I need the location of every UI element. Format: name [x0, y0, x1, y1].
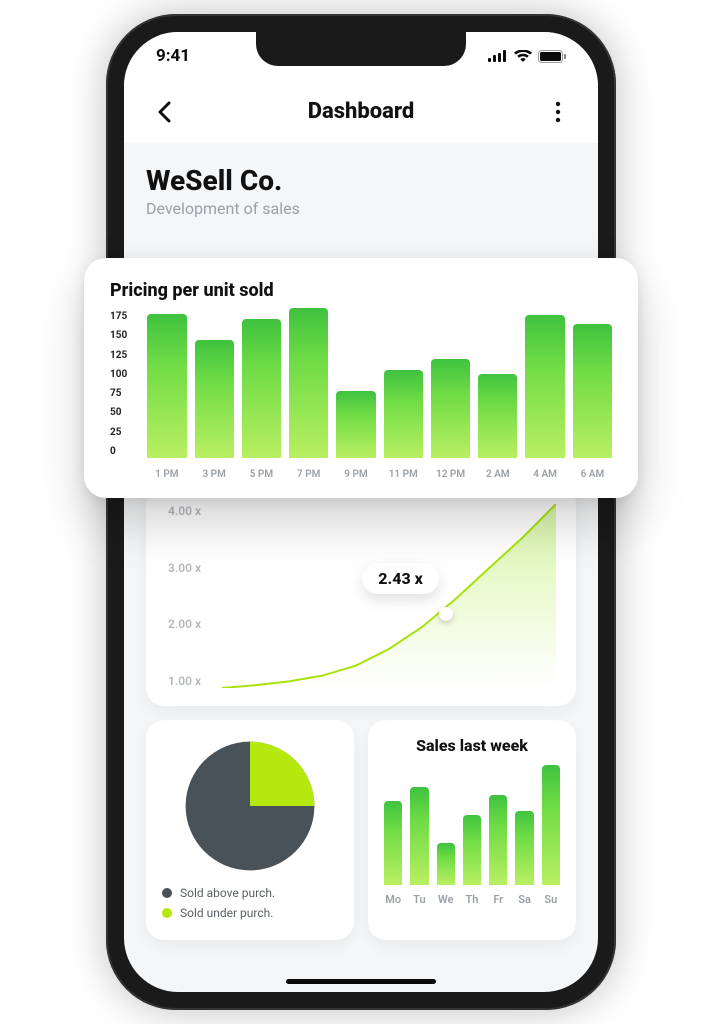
- battery-icon: [538, 50, 566, 63]
- pricing-bar: [242, 319, 281, 458]
- pricing-x-tick: 1 PM: [147, 469, 186, 480]
- week-bar: [384, 801, 402, 885]
- wifi-icon: [514, 50, 532, 62]
- pricing-x-tick: 7 PM: [289, 469, 328, 480]
- phone-frame: 9:41 Dashboard: [106, 14, 616, 1010]
- week-x-axis: Mo Tu We Th Fr Sa Su: [384, 893, 560, 906]
- back-button[interactable]: [148, 96, 180, 128]
- pricing-bar: [431, 359, 470, 458]
- area-y-tick: 1.00 x: [168, 674, 201, 688]
- week-bar: [515, 811, 533, 885]
- area-plot: 2.43 x: [222, 504, 556, 688]
- legend-under: Sold under purch.: [162, 906, 338, 920]
- nav-bar: Dashboard: [124, 80, 598, 144]
- pricing-y-tick: 0: [110, 446, 127, 457]
- pricing-bar: [573, 324, 612, 458]
- week-bar: [437, 843, 455, 885]
- home-indicator[interactable]: [286, 979, 436, 984]
- status-icons: [488, 50, 566, 63]
- pricing-x-tick: 3 PM: [195, 469, 234, 480]
- chevron-left-icon: [157, 101, 171, 123]
- week-bar: [542, 765, 560, 885]
- company-subtitle: Development of sales: [146, 199, 576, 218]
- pricing-bar: [525, 315, 564, 458]
- screen: 9:41 Dashboard: [124, 32, 598, 992]
- status-time: 9:41: [156, 46, 190, 66]
- page-title: Dashboard: [308, 99, 415, 124]
- pricing-x-tick: 11 PM: [384, 469, 423, 480]
- week-x-tick: Fr: [489, 893, 507, 906]
- pricing-bars: [147, 311, 612, 459]
- week-bar: [463, 815, 481, 885]
- area-marker-label: 2.43 x: [362, 563, 439, 594]
- legend-dot-icon: [162, 888, 172, 898]
- area-y-axis: 4.00 x 3.00 x 2.00 x 1.00 x: [168, 504, 201, 688]
- week-bar: [410, 787, 428, 885]
- week-x-tick: Th: [463, 893, 481, 906]
- pricing-card[interactable]: Pricing per unit sold 175 150 125 100 75 50 25…: [84, 258, 638, 498]
- pricing-y-tick: 150: [110, 330, 127, 341]
- pricing-x-tick: 5 PM: [242, 469, 281, 480]
- pricing-bar: [384, 370, 423, 458]
- area-y-tick: 3.00 x: [168, 561, 201, 575]
- pricing-x-axis: 1 PM 3 PM 5 PM 7 PM 9 PM 11 PM 12 PM 2 AM 4 AM 6 …: [147, 469, 612, 480]
- pricing-y-axis: 175 150 125 100 75 50 25 0: [110, 311, 127, 459]
- pricing-y-tick: 100: [110, 369, 127, 380]
- week-card[interactable]: Sales last week Mo Tu We Th Fr Sa Su: [368, 720, 576, 940]
- pricing-y-tick: 125: [110, 350, 127, 361]
- company-name: WeSell Co.: [146, 164, 576, 197]
- legend-dot-icon: [162, 908, 172, 918]
- pricing-title: Pricing per unit sold: [110, 280, 612, 301]
- pie-chart: [180, 736, 320, 876]
- pricing-x-tick: 4 AM: [525, 469, 564, 480]
- legend-above: Sold above purch.: [162, 886, 338, 900]
- area-y-tick: 2.00 x: [168, 617, 201, 631]
- more-vertical-icon: [555, 101, 561, 123]
- pricing-y-tick: 25: [110, 427, 127, 438]
- pricing-x-tick: 6 AM: [573, 469, 612, 480]
- week-x-tick: Tu: [410, 893, 428, 906]
- pricing-x-tick: 12 PM: [431, 469, 470, 480]
- pricing-bar: [289, 308, 328, 458]
- week-x-tick: We: [437, 893, 455, 906]
- pricing-bar: [147, 314, 186, 458]
- pricing-bar: [195, 340, 234, 458]
- pricing-bar-chart: 175 150 125 100 75 50 25 0 1 PM 3 PM 5 PM 7 PM 9 PM…: [110, 311, 612, 480]
- week-bar: [489, 795, 507, 885]
- week-x-tick: Sa: [515, 893, 533, 906]
- legend-above-label: Sold above purch.: [180, 886, 275, 900]
- week-x-tick: Mo: [384, 893, 402, 906]
- pricing-x-tick: 9 PM: [336, 469, 375, 480]
- pie-card[interactable]: Sold above purch. Sold under purch.: [146, 720, 354, 940]
- week-bars: [384, 765, 560, 885]
- more-button[interactable]: [542, 96, 574, 128]
- pricing-y-tick: 75: [110, 388, 127, 399]
- pricing-bar: [478, 374, 517, 458]
- notch: [256, 32, 466, 66]
- area-y-tick: 4.00 x: [168, 504, 201, 518]
- pricing-bar: [336, 391, 375, 458]
- signal-icon: [488, 50, 508, 62]
- legend-under-label: Sold under purch.: [180, 906, 273, 920]
- pricing-y-tick: 50: [110, 407, 127, 418]
- week-x-tick: Su: [542, 893, 560, 906]
- week-title: Sales last week: [384, 736, 560, 755]
- pricing-y-tick: 175: [110, 311, 127, 322]
- multiplier-chart-card[interactable]: 4.00 x 3.00 x 2.00 x 1.00 x: [146, 486, 576, 706]
- bottom-row: Sold above purch. Sold under purch. Sale…: [146, 720, 576, 940]
- pricing-x-tick: 2 AM: [478, 469, 517, 480]
